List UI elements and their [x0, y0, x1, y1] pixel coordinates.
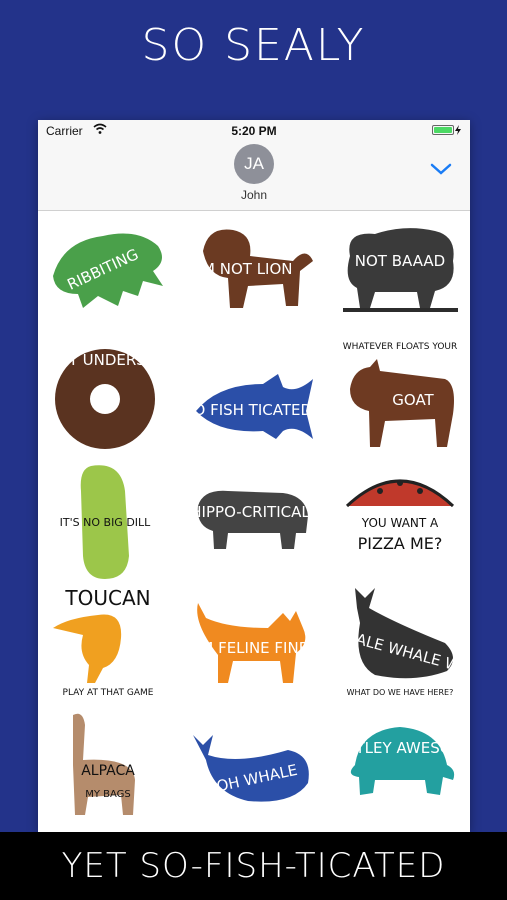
status-bar: Carrier 5:20 PM	[38, 120, 470, 142]
sticker-text: ALPACA	[81, 763, 135, 779]
battery-icon	[432, 125, 462, 135]
sticker-text-top: TOUCAN	[64, 586, 150, 610]
sticker-text: PLAY AT THAT GAME	[63, 688, 154, 698]
promo-headline: SO SEALY	[141, 20, 366, 71]
battery-fill	[434, 127, 452, 133]
sticker-text: I'M NOT LION	[193, 260, 292, 278]
sticker-text: NOT BAAAD	[355, 252, 445, 270]
promo-footer: YET SO-FISH-TICATED	[0, 832, 507, 900]
chevron-down-icon[interactable]	[430, 162, 452, 176]
charging-icon	[455, 125, 461, 135]
sticker-whale-blue[interactable]: OH WHALE	[188, 705, 318, 825]
sticker-pickle[interactable]: IT'S NO BIG DILL	[43, 461, 173, 581]
sticker-text-bottom: WHAT DO WE HAVE HERE?	[347, 688, 454, 697]
sticker-goat[interactable]: WHATEVER FLOATS YOUR GOAT	[335, 339, 465, 459]
sticker-text: IT'S NO BIG DILL	[60, 516, 152, 529]
sticker-text: DONUT UNDERSTAND	[43, 351, 173, 369]
status-time: 5:20 PM	[231, 124, 277, 138]
sticker-donut[interactable]: DONUT UNDERSTAND	[43, 339, 173, 459]
sticker-text: SO FISH TICATED	[188, 401, 312, 419]
sticker-sheep[interactable]: NOT BAAAD	[335, 216, 465, 336]
sticker-lion[interactable]: I'M NOT LION	[188, 216, 318, 336]
sticker-fish[interactable]: SO FISH TICATED	[188, 339, 318, 459]
sticker-toucan[interactable]: TOUCAN PLAY AT THAT GAME	[43, 583, 173, 703]
sticker-text-top: WHATEVER FLOATS YOUR	[343, 342, 458, 352]
sticker-whale[interactable]: WHALE WHALE WHALE WHAT DO WE HAVE HERE?	[335, 583, 465, 703]
sticker-cat[interactable]: I'M FELINE FINE	[188, 583, 318, 703]
sticker-frog[interactable]: RIBBITING	[43, 216, 173, 336]
contact-avatar[interactable]: JA	[234, 144, 274, 184]
sticker-hippo[interactable]: HIPPO-CRITICAL	[188, 461, 318, 581]
sticker-text-top: YOU WANT A	[361, 516, 439, 530]
sticker-turtle[interactable]: TURTLEY AWESOME	[335, 705, 465, 825]
phone-screen: Carrier 5:20 PM JA John RIBBITING I'M NO…	[38, 120, 470, 832]
sticker-text: PIZZA ME?	[358, 534, 443, 553]
sticker-pizza[interactable]: YOU WANT A PIZZA ME?	[335, 461, 465, 581]
sticker-text: GOAT	[392, 391, 434, 409]
sticker-text: TURTLEY AWESOME	[335, 739, 465, 757]
contact-name[interactable]: John	[38, 188, 470, 202]
sticker-text: I'M FELINE FINE	[192, 639, 308, 657]
conversation-header: JA John	[38, 142, 470, 211]
sticker-text-bottom: MY BAGS	[85, 789, 131, 800]
sticker-alpaca[interactable]: ALPACA MY BAGS	[43, 705, 173, 825]
sticker-text: HIPPO-CRITICAL	[190, 503, 310, 521]
